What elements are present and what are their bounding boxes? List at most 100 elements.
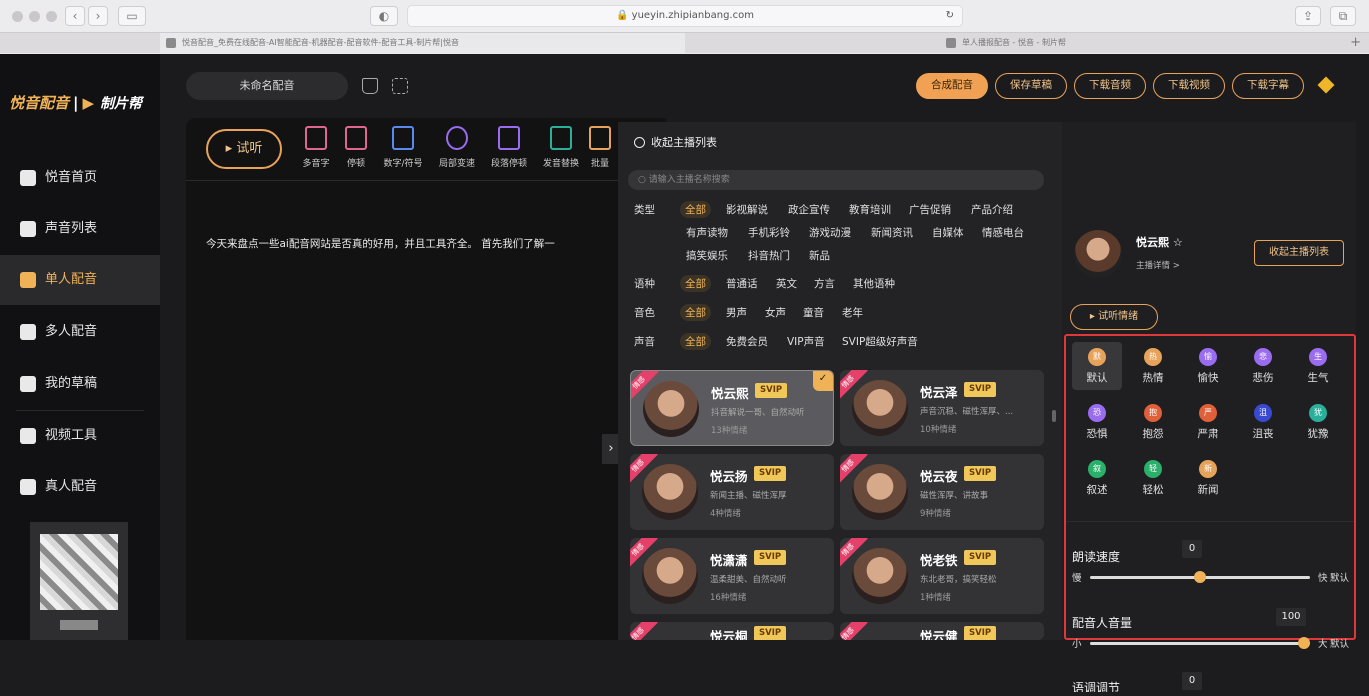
speed-slider[interactable] <box>1090 571 1310 583</box>
collapse-list-button[interactable]: 收起主播列表 <box>1254 240 1344 266</box>
tool-batch[interactable]: 批量 <box>584 126 616 169</box>
voice-card[interactable]: 情感 悦潇潇 SVIP 温柔甜美、自然动听 16种情绪 <box>630 538 834 614</box>
volume-value[interactable]: 100 <box>1276 608 1306 626</box>
emotion-fear[interactable]: 恐恐惧 <box>1072 398 1122 446</box>
filter-option[interactable]: 游戏动漫 <box>809 225 851 240</box>
tool-pronunciation-replace[interactable]: 发音替换 <box>536 126 586 169</box>
filter-option[interactable]: 老年 <box>842 305 863 320</box>
filter-option[interactable]: 新品 <box>809 248 830 263</box>
filter-option[interactable]: 产品介绍 <box>971 202 1013 217</box>
voice-list-scrollbar[interactable] <box>1052 410 1056 422</box>
reload-icon[interactable]: ↻ <box>946 6 954 26</box>
filter-option[interactable]: 免费会员 <box>726 334 768 349</box>
emotion-preview-button[interactable]: ▸ 试听情绪 <box>1070 304 1158 330</box>
voice-card[interactable]: 情感 悦云夜 SVIP 磁性浑厚、讲故事 9种情绪 <box>840 454 1044 530</box>
filter-option[interactable]: 男声 <box>726 305 747 320</box>
minimize-window-dot[interactable] <box>29 11 40 22</box>
tool-local-speed[interactable]: 局部变速 <box>432 126 482 169</box>
anchor-search-input[interactable]: ○ 请输入主播名称搜索 <box>628 170 1044 190</box>
emotion-happy[interactable]: 愉愉快 <box>1183 342 1233 390</box>
browser-tab-2[interactable]: 单人播报配音 - 悦音 - 制片帮 <box>940 33 1340 53</box>
voice-card[interactable]: 情感 悦云泽 SVIP 声音沉稳、磁性浑厚、... 10种情绪 <box>840 370 1044 446</box>
filter-option[interactable]: 影视解说 <box>726 202 768 217</box>
voice-card[interactable]: 情感 悦云桐 SVIP <box>630 622 834 640</box>
emotion-sad[interactable]: 悲悲伤 <box>1238 342 1288 390</box>
emotion-narrate[interactable]: 叙叙述 <box>1072 454 1122 502</box>
filter-option[interactable]: 有声读物 <box>686 225 728 240</box>
star-icon[interactable]: ☆ <box>1173 236 1183 249</box>
share-icon[interactable]: ⇪ <box>1295 6 1321 26</box>
voice-card[interactable]: 情感 悦云扬 SVIP 新闻主播、磁性浑厚 4种情绪 <box>630 454 834 530</box>
emotion-serious[interactable]: 严严肃 <box>1183 398 1233 446</box>
filter-option[interactable]: 方言 <box>814 276 835 291</box>
tool-paragraph-pause[interactable]: 段落停顿 <box>484 126 534 169</box>
forward-icon[interactable]: › <box>88 6 108 26</box>
emotion-angry[interactable]: 生生气 <box>1293 342 1343 390</box>
editor-text[interactable]: 今天来盘点一些ai配音网站是否真的好用，并且工具齐全。 首先我们了解一 <box>206 236 555 251</box>
tabs-overview-icon[interactable]: ⧉ <box>1330 6 1356 26</box>
filter-option[interactable]: 童音 <box>803 305 824 320</box>
sidebar-item-multi-dub[interactable]: 多人配音 <box>0 307 160 357</box>
volume-default-button[interactable]: 默认 <box>1330 636 1349 650</box>
sidebar-item-single-dub[interactable]: 单人配音 <box>0 255 160 305</box>
back-icon[interactable]: ‹ <box>65 6 85 26</box>
tool-number-symbol[interactable]: 数字/符号 <box>378 126 428 169</box>
emotion-news[interactable]: 新新闻 <box>1183 454 1233 502</box>
save-draft-button[interactable]: 保存草稿 <box>995 73 1067 99</box>
sidebar-item-real-dub[interactable]: 真人配音 <box>0 462 160 512</box>
filter-option[interactable]: 全部 <box>680 333 711 350</box>
shield-icon[interactable]: ◐ <box>370 6 398 26</box>
speed-slider-knob[interactable] <box>1194 571 1206 583</box>
filter-option[interactable]: 全部 <box>680 201 711 218</box>
download-subtitle-button[interactable]: 下载字幕 <box>1232 73 1304 99</box>
emotion-hesitant[interactable]: 犹犹豫 <box>1293 398 1343 446</box>
filter-option[interactable]: 全部 <box>680 275 711 292</box>
filter-option[interactable]: 抖音热门 <box>748 248 790 263</box>
close-window-dot[interactable] <box>12 11 23 22</box>
listen-button[interactable]: ▸ 试听 <box>206 129 282 169</box>
collapse-panel-header[interactable]: 收起主播列表 <box>634 134 717 150</box>
emotion-complain[interactable]: 抱抱怨 <box>1128 398 1178 446</box>
filter-option[interactable]: VIP声音 <box>787 334 825 349</box>
volume-slider[interactable] <box>1090 637 1310 649</box>
project-name-input[interactable]: 未命名配音 <box>186 72 348 100</box>
filter-option[interactable]: 全部 <box>680 304 711 321</box>
filter-option[interactable]: 普通话 <box>726 276 758 291</box>
settings-icon[interactable] <box>392 78 408 94</box>
synthesize-button[interactable]: 合成配音 <box>916 73 988 99</box>
browser-tab-1[interactable]: 悦音配音_免费在线配音-AI智能配音-机器配音-配音软件-配音工具-制片帮|悦音 <box>160 33 685 53</box>
filter-option[interactable]: 政企宣传 <box>788 202 830 217</box>
filter-option[interactable]: 自媒体 <box>932 225 964 240</box>
emotion-depressed[interactable]: 沮沮丧 <box>1238 398 1288 446</box>
filter-option[interactable]: 广告促销 <box>909 202 951 217</box>
sidebar-item-voice-list[interactable]: 声音列表 <box>0 204 160 254</box>
filter-option[interactable]: 搞笑娱乐 <box>686 248 728 263</box>
download-video-button[interactable]: 下载视频 <box>1153 73 1225 99</box>
voice-card[interactable]: 情感 悦云熙 SVIP 抖音解说一哥、自然动听 13种情绪 ✓ <box>630 370 834 446</box>
vip-diamond-icon[interactable] <box>1317 76 1335 94</box>
speed-default-button[interactable]: 默认 <box>1330 570 1349 584</box>
emotion-relaxed[interactable]: 轻轻松 <box>1128 454 1178 502</box>
shirt-icon[interactable] <box>362 78 378 94</box>
voice-card[interactable]: 情感 悦云健 SVIP <box>840 622 1044 640</box>
new-tab-icon[interactable]: + <box>1350 35 1361 50</box>
address-bar[interactable]: 🔒 yueyin.zhipianbang.com ↻ <box>407 5 963 27</box>
filter-option[interactable]: 新闻资讯 <box>871 225 913 240</box>
sidebar-item-video-tools[interactable]: 视频工具 <box>0 411 160 461</box>
sidebar-item-drafts[interactable]: 我的草稿 <box>0 359 160 409</box>
zoom-window-dot[interactable] <box>46 11 57 22</box>
voice-card[interactable]: 情感 悦老铁 SVIP 东北老哥，搞笑轻松 1种情绪 <box>840 538 1044 614</box>
tool-pause[interactable]: 停顿 <box>331 126 381 169</box>
sidebar-item-home[interactable]: 悦音首页 <box>0 153 160 203</box>
download-audio-button[interactable]: 下载音频 <box>1074 73 1146 99</box>
filter-option[interactable]: 教育培训 <box>849 202 891 217</box>
speed-value[interactable]: 0 <box>1182 540 1202 558</box>
pitch-value[interactable]: 0 <box>1182 672 1202 690</box>
voice-detail-link[interactable]: 主播详情 > <box>1136 259 1180 271</box>
app-logo[interactable]: 悦音配音 | ▶ 制片帮 <box>9 92 142 113</box>
emotion-enthusiastic[interactable]: 热热情 <box>1128 342 1178 390</box>
filter-option[interactable]: 英文 <box>776 276 797 291</box>
emotion-default[interactable]: 默默认 <box>1072 342 1122 390</box>
filter-option[interactable]: SVIP超级好声音 <box>842 334 918 349</box>
volume-slider-knob[interactable] <box>1298 637 1310 649</box>
